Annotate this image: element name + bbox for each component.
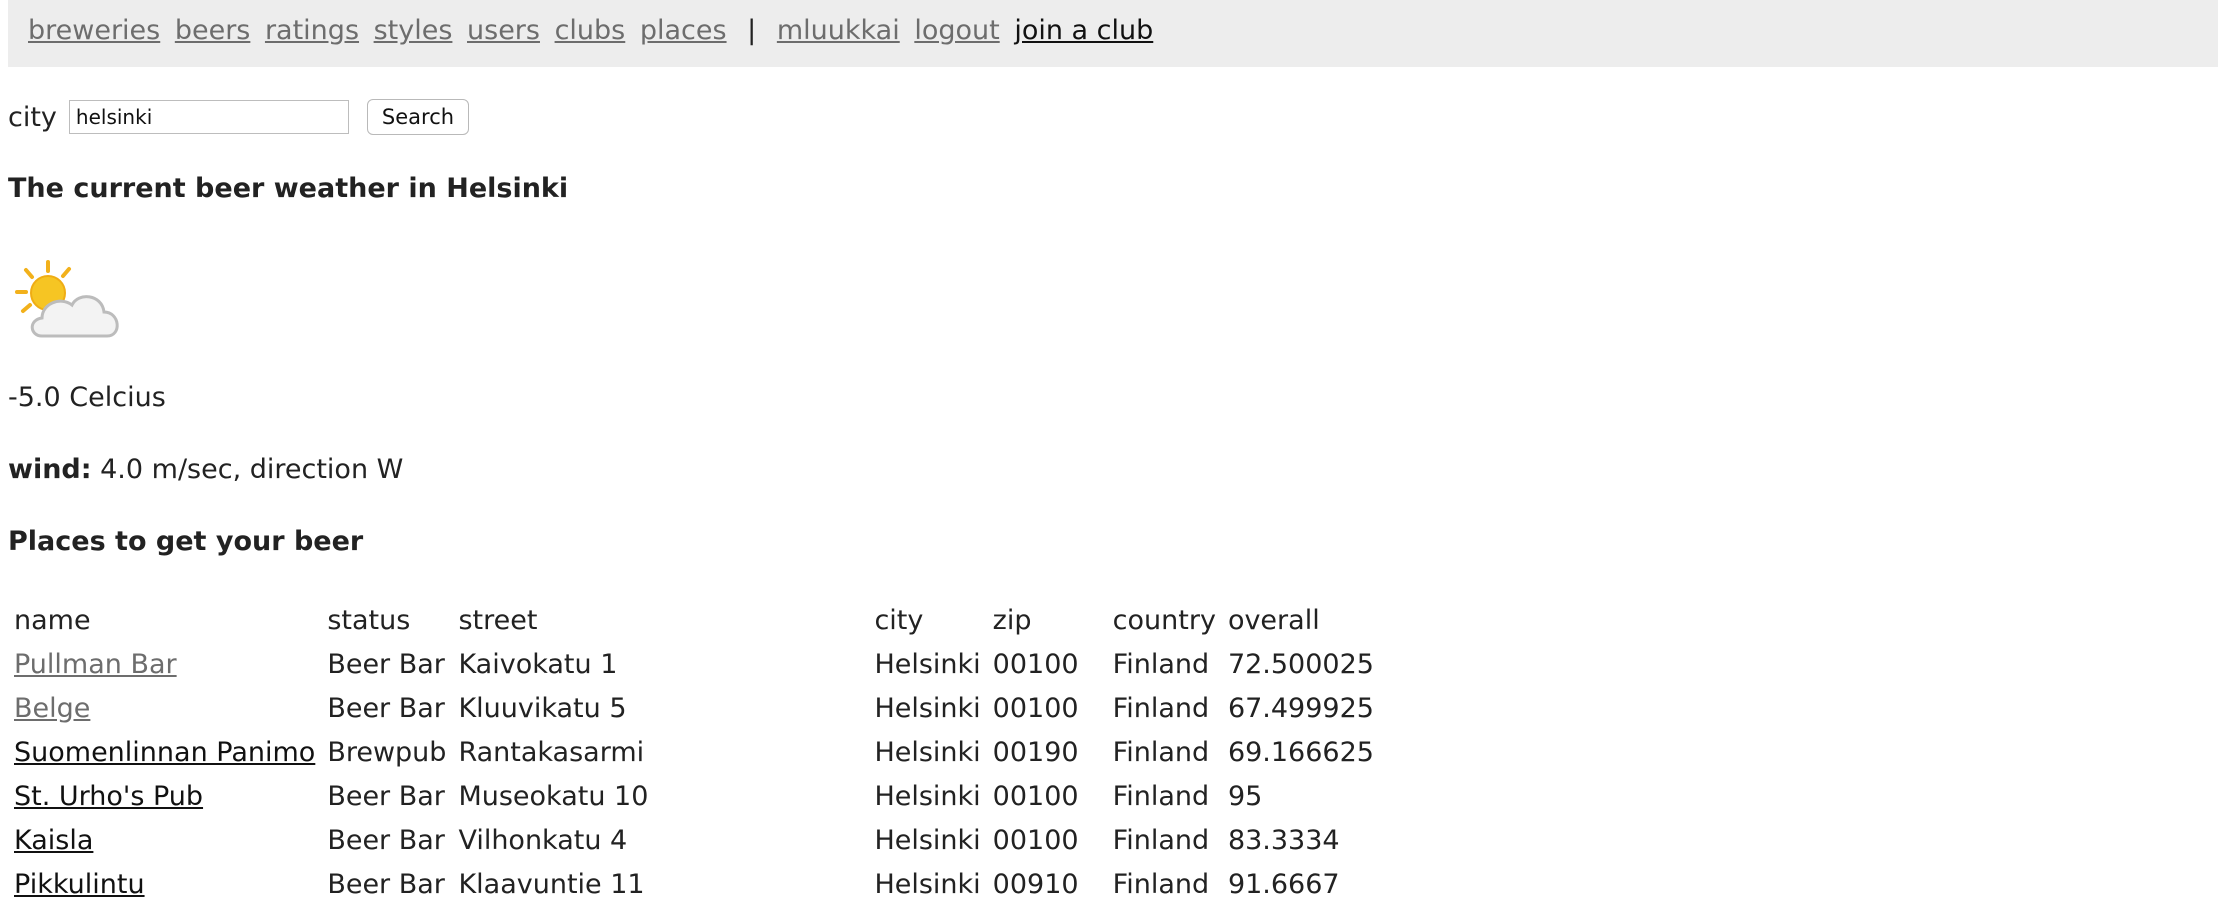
place-overall: 83.3334 [1227, 824, 1340, 856]
nav-link-user[interactable]: mluukkai [777, 15, 900, 46]
place-street: Rantakasarmi [458, 736, 645, 768]
place-link[interactable]: Pullman Bar [14, 649, 177, 680]
place-link[interactable]: Suomenlinnan Panimo [14, 737, 315, 768]
column-header-zip: zip [992, 604, 1032, 636]
wind-value: 4.0 m/sec, direction W [91, 454, 404, 485]
table-row: Pikkulintu Beer Bar Klaavuntie 11 Helsin… [8, 862, 1380, 906]
place-country: Finland [1112, 736, 1210, 768]
place-overall: 91.6667 [1227, 868, 1340, 900]
nav-link-logout[interactable]: logout [914, 15, 999, 46]
place-street: Kaivokatu 1 [458, 648, 618, 680]
place-overall: 72.500025 [1227, 648, 1374, 680]
nav-link-join-club[interactable]: join a club [1014, 15, 1153, 46]
column-header-name: name [14, 604, 91, 636]
place-country: Finland [1112, 824, 1210, 856]
nav-link-users[interactable]: users [467, 15, 540, 46]
place-city: Helsinki [874, 824, 981, 856]
place-country: Finland [1112, 780, 1210, 812]
place-zip: 00100 [992, 780, 1079, 812]
nav-link-ratings[interactable]: ratings [265, 15, 359, 46]
table-header-row: name status street city zip country over… [8, 598, 1380, 642]
table-row: Pullman Bar Beer Bar Kaivokatu 1 Helsink… [8, 642, 1380, 686]
place-city: Helsinki [874, 648, 981, 680]
place-status: Beer Bar [327, 824, 445, 856]
wind-reading: wind: 4.0 m/sec, direction W [8, 454, 403, 485]
place-city: Helsinki [874, 868, 981, 900]
column-header-country: country [1112, 604, 1216, 636]
column-header-status: status [327, 604, 411, 636]
city-search-input[interactable] [68, 100, 349, 134]
place-zip: 00100 [992, 692, 1079, 724]
place-zip: 00190 [992, 736, 1079, 768]
place-link[interactable]: Pikkulintu [14, 869, 145, 900]
nav-link-breweries[interactable]: breweries [28, 15, 160, 46]
table-row: Belge Beer Bar Kluuvikatu 5 Helsinki 001… [8, 686, 1380, 730]
place-zip: 00910 [992, 868, 1079, 900]
place-street: Kluuvikatu 5 [458, 692, 627, 724]
place-status: Brewpub [327, 736, 447, 768]
places-table: name status street city zip country over… [8, 598, 1380, 906]
weather-title: The current beer weather in Helsinki [8, 173, 569, 204]
search-button[interactable]: Search [366, 99, 470, 135]
place-city: Helsinki [874, 780, 981, 812]
nav-links: breweries beers ratings styles users clu… [28, 13, 1159, 49]
partly-cloudy-icon [12, 258, 130, 344]
place-overall: 67.499925 [1227, 692, 1374, 724]
temperature-reading: -5.0 Celcius [8, 382, 166, 413]
column-header-city: city [874, 604, 924, 636]
place-country: Finland [1112, 648, 1210, 680]
table-row: St. Urho's Pub Beer Bar Museokatu 10 Hel… [8, 774, 1380, 818]
wind-label: wind: [8, 454, 92, 485]
place-street: Klaavuntie 11 [458, 868, 645, 900]
nav-link-clubs[interactable]: clubs [555, 15, 626, 46]
table-row: Suomenlinnan Panimo Brewpub Rantakasarmi… [8, 730, 1380, 774]
place-city: Helsinki [874, 736, 981, 768]
place-overall: 69.166625 [1227, 736, 1374, 768]
place-zip: 00100 [992, 824, 1079, 856]
nav-link-beers[interactable]: beers [175, 15, 251, 46]
place-overall: 95 [1227, 780, 1263, 812]
nav-separator: | [747, 15, 757, 46]
nav-link-styles[interactable]: styles [374, 15, 453, 46]
city-search-form: city Search [8, 97, 470, 137]
place-city: Helsinki [874, 692, 981, 724]
place-status: Beer Bar [327, 692, 445, 724]
column-header-overall: overall [1227, 604, 1320, 636]
place-zip: 00100 [992, 648, 1079, 680]
place-status: Beer Bar [327, 780, 445, 812]
city-label: city [8, 101, 57, 133]
place-status: Beer Bar [327, 648, 445, 680]
place-street: Vilhonkatu 4 [458, 824, 628, 856]
place-status: Beer Bar [327, 868, 445, 900]
nav-link-places[interactable]: places [640, 15, 727, 46]
place-link[interactable]: Kaisla [14, 825, 93, 856]
place-country: Finland [1112, 868, 1210, 900]
places-title: Places to get your beer [8, 526, 364, 557]
place-country: Finland [1112, 692, 1210, 724]
column-header-street: street [458, 604, 538, 636]
table-row: Kaisla Beer Bar Vilhonkatu 4 Helsinki 00… [8, 818, 1380, 862]
place-link[interactable]: St. Urho's Pub [14, 781, 203, 812]
place-street: Museokatu 10 [458, 780, 649, 812]
navbar: breweries beers ratings styles users clu… [8, 0, 2218, 67]
place-link[interactable]: Belge [14, 693, 90, 724]
